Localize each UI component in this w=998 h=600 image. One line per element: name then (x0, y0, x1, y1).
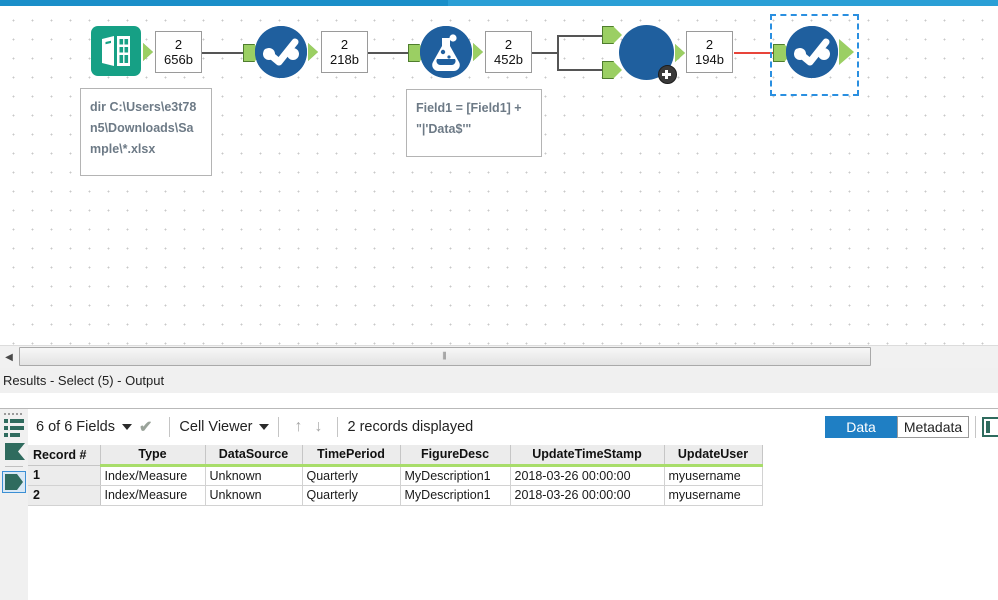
cell-updatetimestamp[interactable]: 2018-03-26 00:00:00 (510, 465, 665, 486)
connection-records-4: 2 (705, 37, 714, 52)
toolbar-divider-4 (975, 416, 976, 438)
toolbar-divider-2 (278, 417, 280, 437)
cell-timeperiod[interactable]: Quarterly (302, 465, 401, 486)
scroll-down-button[interactable]: ↓ (308, 409, 328, 445)
wire-formula-branch-bottom (557, 69, 602, 71)
tab-data[interactable]: Data (825, 416, 897, 438)
toolbar-divider-3 (337, 417, 339, 437)
formula-annotation[interactable]: Field1 = [Field1] + "|'Data$'" (406, 89, 542, 157)
records-displayed-status: 2 records displayed (347, 419, 474, 435)
formula-output-anchor[interactable] (473, 43, 483, 61)
cell-updatetimestamp[interactable]: 2018-03-26 00:00:00 (510, 485, 665, 506)
cell-type[interactable]: Index/Measure (100, 465, 206, 486)
cell-datasource[interactable]: Unknown (205, 485, 303, 506)
directory-annotation[interactable]: dir C:\Users\e3t78n5\Downloads\Sample\*.… (80, 88, 212, 176)
select-tool-icon (255, 26, 307, 78)
wire-formula-trunk (531, 52, 558, 54)
formula-input-anchor[interactable] (408, 44, 428, 62)
scrollbar-thumb[interactable]: ⦀ (19, 347, 871, 366)
dynamic-input-anchor-bottom[interactable] (602, 61, 622, 79)
table-row[interactable]: 2 Index/Measure Unknown Quarterly MyDesc… (28, 485, 763, 506)
column-header-updateuser[interactable]: UpdateUser (664, 445, 763, 467)
connection-count-1: 2 656b (155, 31, 202, 73)
results-panel-title: Results - Select (5) - Output (0, 368, 998, 393)
cell-record: 1 (28, 465, 101, 486)
connection-records-1: 2 (174, 37, 183, 52)
workflow-canvas[interactable]: 2 656b 2 218b 2 452b 2 194b dir C:\Users… (0, 6, 998, 345)
cell-viewer-selector[interactable]: Cell Viewer (179, 409, 270, 445)
scroll-up-button[interactable]: ↑ (288, 409, 308, 445)
select5-input-anchor[interactable] (773, 44, 793, 62)
connection-size-4: 194b (695, 52, 724, 67)
cell-datasource[interactable]: Unknown (205, 465, 303, 486)
connection-size-2: 218b (330, 52, 359, 67)
cell-viewer-label: Cell Viewer (179, 419, 253, 435)
select5-output-anchor[interactable] (839, 39, 854, 65)
column-header-figuredesc[interactable]: FigureDesc (400, 445, 511, 467)
wire-formula-branch-vertical (557, 35, 559, 71)
column-header-updatetimestamp[interactable]: UpdateTimeStamp (510, 445, 665, 467)
dynamic-input-output-anchor[interactable] (675, 44, 685, 62)
alteryx-designer-window: 2 656b 2 218b 2 452b 2 194b dir C:\Users… (0, 0, 998, 600)
results-toolbar-right: Data Metadata (825, 409, 998, 445)
table-row[interactable]: 1 Index/Measure Unknown Quarterly MyDesc… (28, 465, 763, 486)
cell-record: 2 (28, 485, 101, 506)
column-header-datasource[interactable]: DataSource (205, 445, 303, 467)
results-toolbar: 6 of 6 Fields ✔ Cell Viewer ↑ ↓ 2 record… (28, 409, 998, 445)
connection-count-3: 2 452b (485, 31, 532, 73)
connection-records-3: 2 (504, 37, 513, 52)
cell-updateuser[interactable]: myusername (664, 485, 763, 506)
cell-type[interactable]: Index/Measure (100, 485, 206, 506)
gutter-divider (5, 466, 23, 467)
select-input-anchor[interactable] (243, 44, 263, 62)
formula-flask-icon (420, 26, 472, 78)
output-flag-icon (5, 474, 23, 490)
connection-records-2: 2 (340, 37, 349, 52)
results-panel: 6 of 6 Fields ✔ Cell Viewer ↑ ↓ 2 record… (0, 409, 998, 600)
check-icon[interactable]: ✔ (139, 417, 152, 437)
select-output-anchor[interactable] (308, 43, 318, 61)
directory-output-anchor[interactable] (143, 43, 153, 61)
column-header-timeperiod[interactable]: TimePeriod (302, 445, 401, 467)
partial-edge-icon[interactable] (982, 416, 998, 438)
add-badge-icon[interactable] (658, 65, 677, 84)
drag-handle-icon[interactable] (4, 412, 24, 417)
fields-selector-label: 6 of 6 Fields (36, 419, 115, 435)
connection-size-1: 656b (164, 52, 193, 67)
cell-timeperiod[interactable]: Quarterly (302, 485, 401, 506)
results-data-grid[interactable]: Record # Type DataSource TimePeriod Figu… (28, 445, 998, 600)
select-tool-icon (786, 26, 838, 78)
cell-figuredesc[interactable]: MyDescription1 (400, 485, 511, 506)
canvas-horizontal-scrollbar[interactable]: ◀ ⦀ (0, 345, 998, 368)
input-flag-icon[interactable] (4, 442, 26, 461)
connection-count-2: 2 218b (321, 31, 368, 73)
connection-size-3: 452b (494, 52, 523, 67)
fields-selector[interactable]: 6 of 6 Fields ✔ (28, 409, 160, 445)
scroll-left-arrow-icon[interactable]: ◀ (0, 346, 18, 368)
connection-count-4: 2 194b (686, 31, 733, 73)
dynamic-input-anchor-top[interactable] (602, 26, 622, 44)
column-header-record[interactable]: Record # (28, 445, 101, 466)
cell-updateuser[interactable]: myusername (664, 465, 763, 486)
wire-formula-branch-top (557, 35, 602, 37)
tab-metadata[interactable]: Metadata (897, 416, 969, 438)
directory-book-icon (91, 26, 141, 76)
column-header-type[interactable]: Type (100, 445, 206, 467)
results-table: Record # Type DataSource TimePeriod Figu… (28, 445, 763, 506)
output-anchor-selector[interactable] (2, 471, 26, 493)
table-header-row: Record # Type DataSource TimePeriod Figu… (28, 445, 763, 467)
cell-figuredesc[interactable]: MyDescription1 (400, 465, 511, 486)
chevron-down-icon[interactable] (259, 424, 270, 430)
scrollbar-grip-icon: ⦀ (442, 351, 448, 362)
list-view-icon[interactable] (4, 418, 25, 438)
results-gutter (0, 409, 29, 600)
chevron-down-icon[interactable] (122, 424, 132, 430)
toolbar-divider-1 (169, 417, 171, 437)
